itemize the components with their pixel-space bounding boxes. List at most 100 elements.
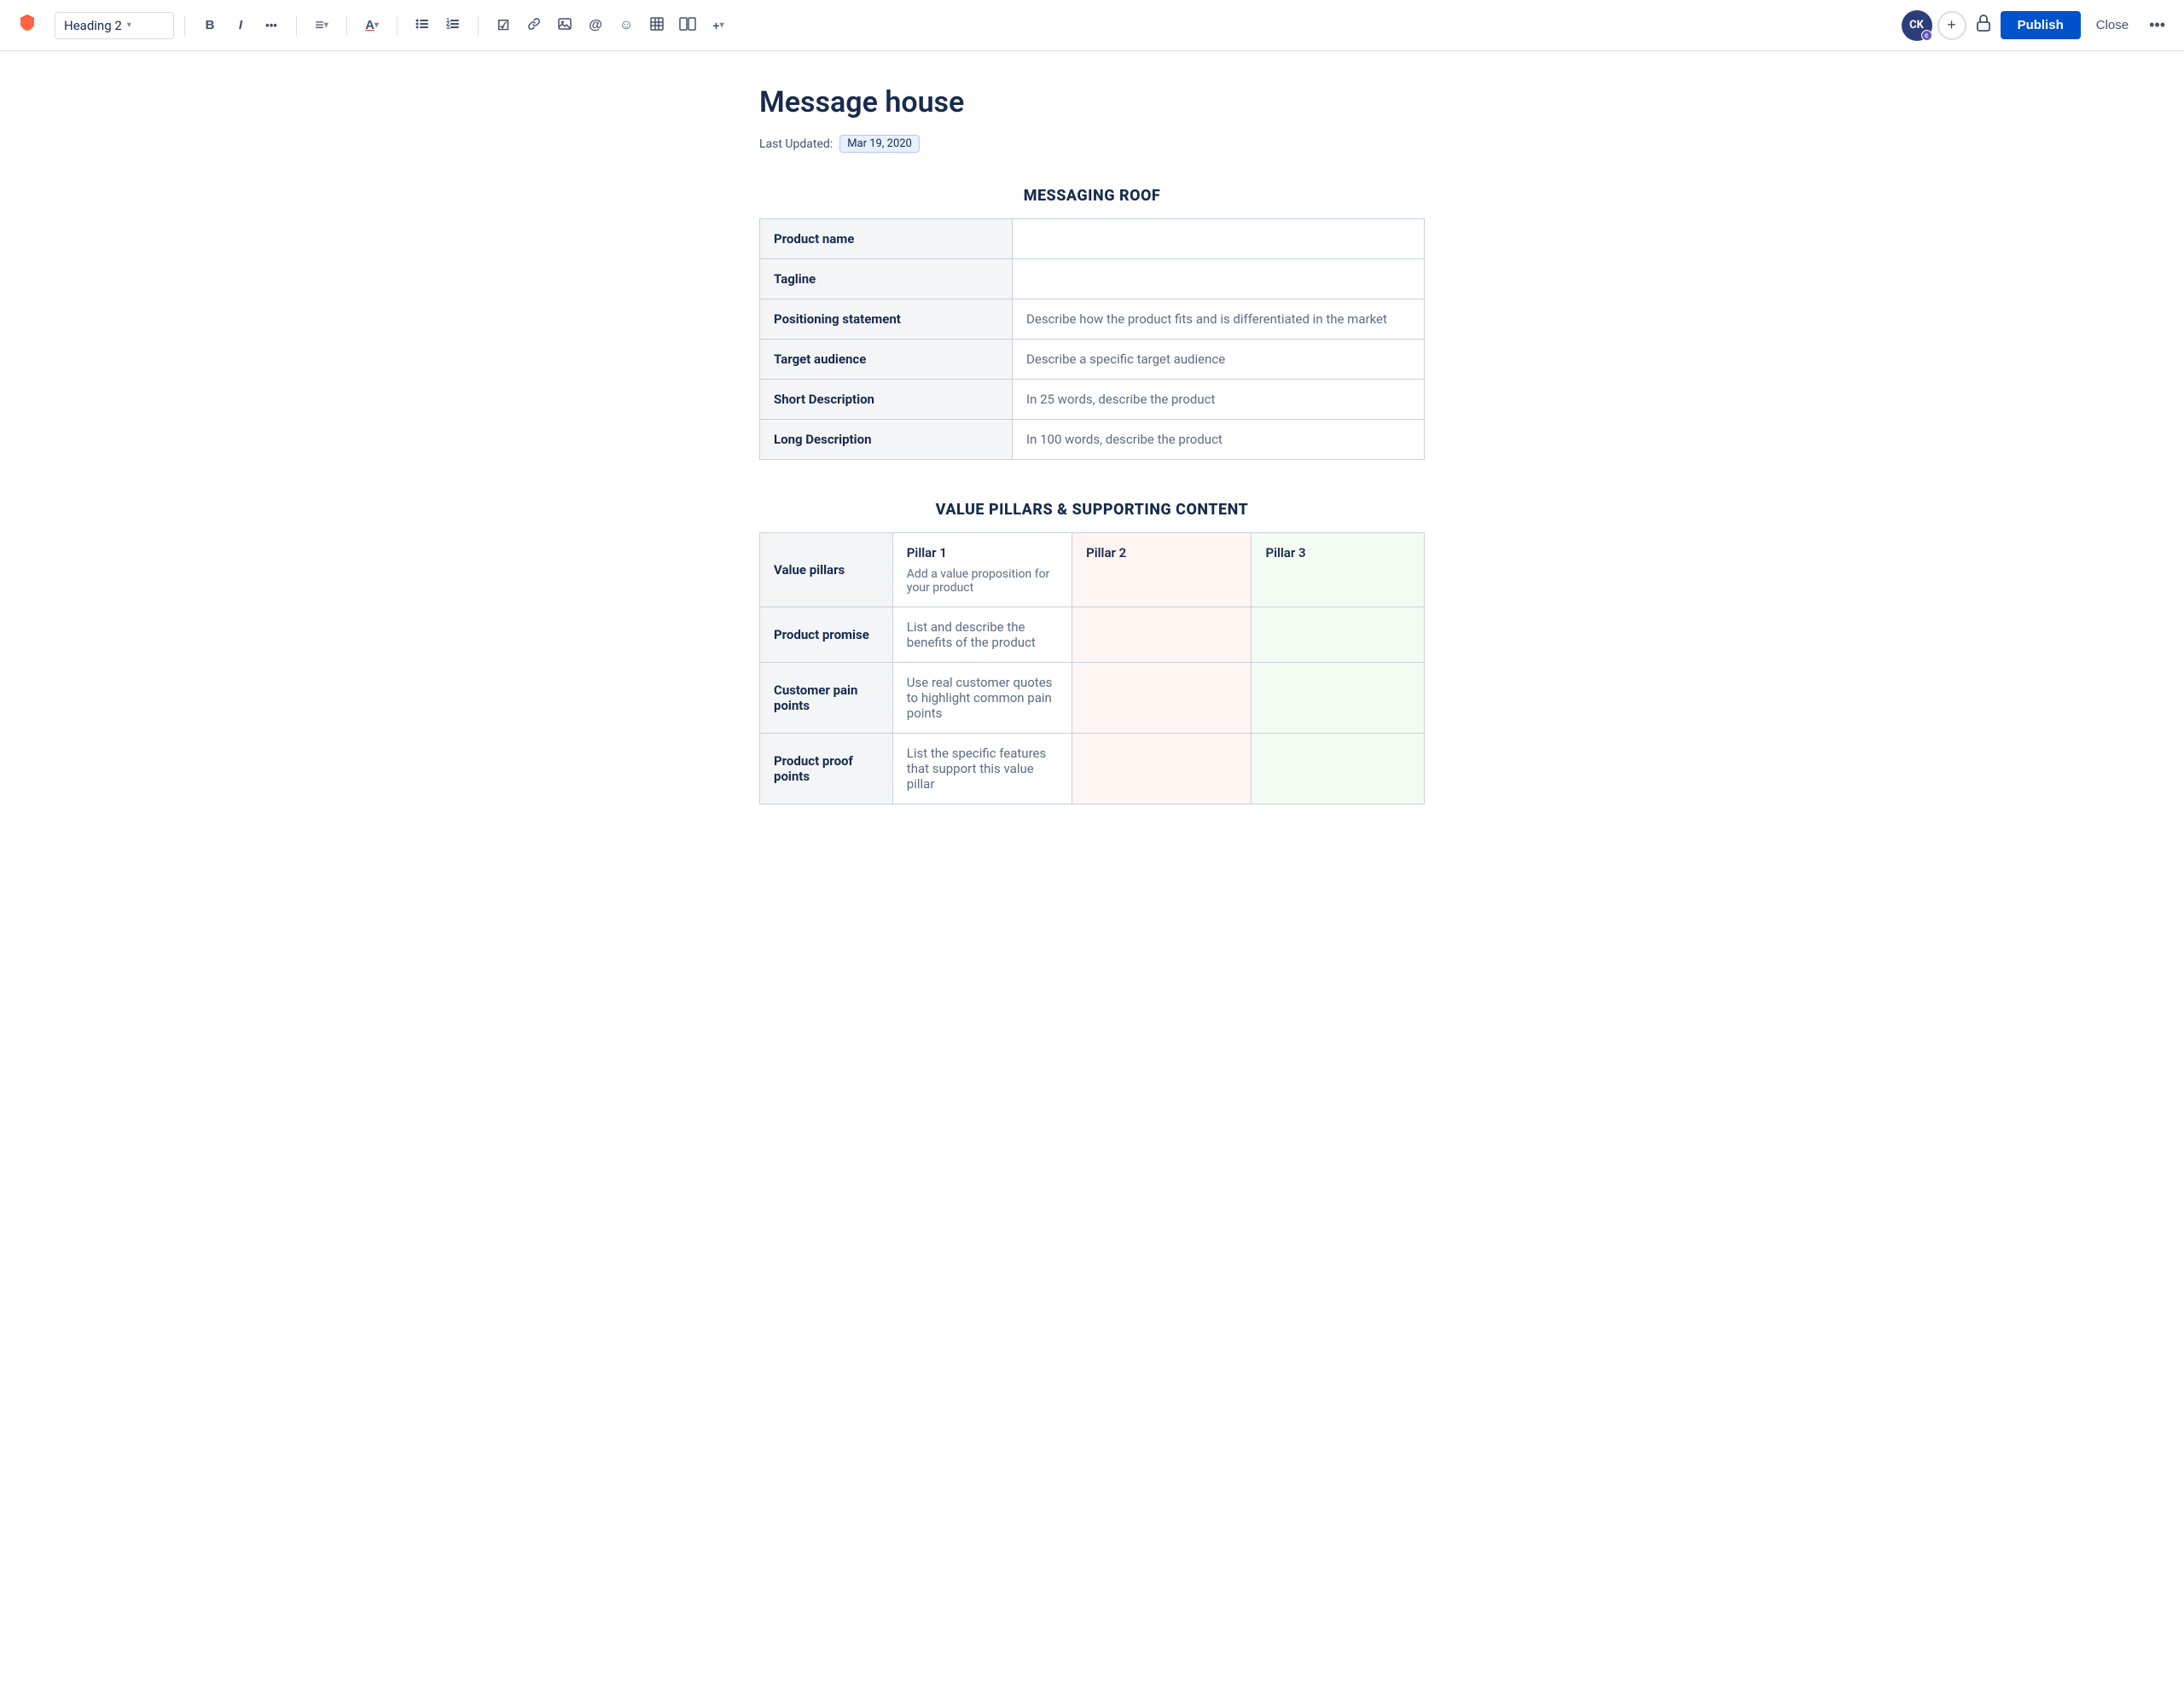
table-row: Customer pain points Use real customer q…: [760, 663, 1425, 734]
avatar-group: CK c +: [1902, 10, 1966, 41]
pillar1-cell[interactable]: Use real customer quotes to highlight co…: [892, 663, 1072, 734]
pillar1-cell[interactable]: List the specific features that support …: [892, 734, 1072, 804]
insert-group: ☑ @ ☺: [489, 11, 733, 40]
more-options-button[interactable]: •••: [2144, 11, 2170, 39]
toolbar-divider-1: [184, 15, 185, 36]
mention-button[interactable]: @: [581, 11, 610, 40]
bullet-list-button[interactable]: [408, 11, 437, 40]
pillar3-label: Pillar 3: [1265, 545, 1410, 560]
emoji-button[interactable]: ☺: [612, 11, 641, 40]
svg-text:3.: 3.: [446, 25, 451, 31]
table-row: Target audience Describe a specific targ…: [760, 340, 1425, 380]
emoji-icon: ☺: [619, 18, 633, 33]
table-row: Positioning statement Describe how the p…: [760, 299, 1425, 340]
app-logo[interactable]: [14, 12, 41, 39]
columns-icon: [679, 16, 696, 35]
heading-style-label: Heading 2: [64, 18, 122, 33]
last-updated-label: Last Updated:: [759, 137, 833, 151]
heading-style-selector[interactable]: Heading 2 ▾: [55, 12, 174, 39]
value-pillars-title: VALUE PILLARS & SUPPORTING CONTENT: [759, 501, 1425, 519]
bullet-list-icon: [415, 16, 430, 35]
more-options-icon: •••: [2149, 16, 2165, 33]
columns-button[interactable]: [673, 11, 702, 40]
table-icon: [649, 16, 665, 35]
avatar-initials: CK: [1909, 19, 1924, 32]
row-label: Product name: [760, 219, 1013, 259]
image-icon: [557, 16, 572, 35]
pillar2-cell[interactable]: [1072, 607, 1252, 663]
last-updated-date[interactable]: Mar 19, 2020: [839, 135, 920, 153]
insert-more-chevron-icon: ▾: [720, 20, 724, 30]
numbered-list-button[interactable]: 1. 2. 3.: [439, 11, 468, 40]
avatar-badge: c: [1921, 30, 1932, 41]
more-format-button[interactable]: •••: [257, 11, 286, 40]
pillar2-label: Pillar 2: [1086, 545, 1237, 560]
page-title: Message house: [759, 85, 1425, 119]
messaging-roof-table: Product name Tagline Positioning stateme…: [759, 218, 1425, 460]
text-color-chevron-icon: ▾: [375, 20, 379, 30]
text-color-button[interactable]: A ▾: [357, 11, 386, 40]
row-label: Long Description: [760, 420, 1013, 460]
pillar1-header[interactable]: Pillar 1 Add a value proposition for you…: [892, 533, 1072, 607]
image-button[interactable]: [550, 11, 579, 40]
publish-button[interactable]: Publish: [2001, 11, 2081, 39]
page-content: Message house Last Updated: Mar 19, 2020…: [742, 51, 1442, 873]
row-label: Short Description: [760, 380, 1013, 420]
italic-button[interactable]: I: [226, 11, 255, 40]
toolbar-divider-2: [296, 15, 297, 36]
link-icon: [526, 16, 542, 35]
pillar3-cell[interactable]: [1252, 663, 1425, 734]
table-button[interactable]: [642, 11, 671, 40]
toolbar: Heading 2 ▾ B I ••• ≡ ▾ A ▾: [0, 0, 2184, 51]
table-row: Product name: [760, 219, 1425, 259]
table-row: Short Description In 25 words, describe …: [760, 380, 1425, 420]
row-label: Product promise: [760, 607, 893, 663]
pillar2-cell[interactable]: [1072, 663, 1252, 734]
row-value[interactable]: Describe a specific target audience: [1013, 340, 1425, 380]
align-group: ≡ ▾: [307, 11, 336, 40]
avatar[interactable]: CK c: [1902, 10, 1932, 41]
mention-icon: @: [589, 18, 602, 33]
row-value[interactable]: [1013, 219, 1425, 259]
pillar2-header[interactable]: Pillar 2: [1072, 533, 1252, 607]
value-pillars-table: Value pillars Pillar 1 Add a value propo…: [759, 532, 1425, 804]
row-value[interactable]: [1013, 259, 1425, 299]
pillar3-cell[interactable]: [1252, 734, 1425, 804]
table-row: Value pillars Pillar 1 Add a value propo…: [760, 533, 1425, 607]
pillar1-label: Pillar 1: [907, 545, 1058, 560]
toolbar-divider-3: [346, 15, 347, 36]
add-collaborator-button[interactable]: +: [1937, 11, 1966, 40]
add-icon: +: [1947, 16, 1956, 34]
link-button[interactable]: [520, 11, 549, 40]
align-button[interactable]: ≡ ▾: [307, 11, 336, 40]
row-label: Positioning statement: [760, 299, 1013, 340]
pillar2-cell[interactable]: [1072, 734, 1252, 804]
toolbar-divider-4: [397, 15, 398, 36]
text-color-group: A ▾: [357, 11, 386, 40]
numbered-list-icon: 1. 2. 3.: [445, 16, 461, 35]
row-value[interactable]: In 100 words, describe the product: [1013, 420, 1425, 460]
insert-more-icon: +: [712, 19, 719, 32]
messaging-roof-title: MESSAGING ROOF: [759, 187, 1425, 205]
align-chevron-icon: ▾: [324, 20, 328, 30]
row-value[interactable]: Describe how the product fits and is dif…: [1013, 299, 1425, 340]
close-button[interactable]: Close: [2088, 13, 2137, 38]
row-label: Customer pain points: [760, 663, 893, 734]
table-row: Long Description In 100 words, describe …: [760, 420, 1425, 460]
table-row: Tagline: [760, 259, 1425, 299]
pillar3-header[interactable]: Pillar 3: [1252, 533, 1425, 607]
row-value[interactable]: In 25 words, describe the product: [1013, 380, 1425, 420]
pillar3-cell[interactable]: [1252, 607, 1425, 663]
text-format-group: B I •••: [195, 11, 286, 40]
task-icon: ☑: [497, 17, 509, 34]
insert-more-button[interactable]: + ▾: [704, 11, 733, 40]
pillar1-cell[interactable]: List and describe the benefits of the pr…: [892, 607, 1072, 663]
lock-icon[interactable]: [1973, 13, 1994, 38]
row-label: Tagline: [760, 259, 1013, 299]
task-button[interactable]: ☑: [489, 11, 518, 40]
heading-chevron-icon: ▾: [127, 20, 131, 30]
align-icon: ≡: [315, 16, 324, 34]
toolbar-divider-5: [478, 15, 479, 36]
value-pillars-header: Value pillars: [760, 533, 893, 607]
bold-button[interactable]: B: [195, 11, 224, 40]
